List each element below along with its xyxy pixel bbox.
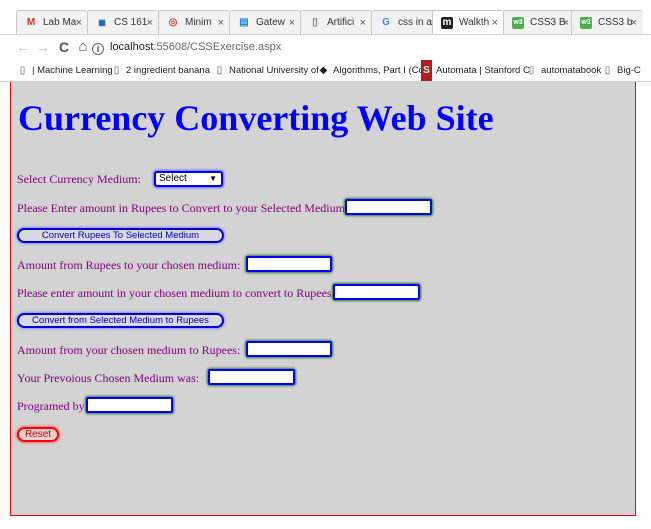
tab-1[interactable]: ▦ CS 161 × (87, 10, 159, 34)
back-arrow-icon[interactable]: ← (14, 38, 32, 56)
page-icon: ▯ (604, 65, 611, 76)
programmed-by-label: Programed by: (17, 399, 88, 413)
close-icon[interactable]: × (492, 11, 498, 33)
page-icon: ▯ (312, 17, 318, 28)
medium-amount-label: Please enter amount in your chosen mediu… (17, 286, 335, 300)
bookmark-label: | Machine Learning (32, 65, 113, 76)
home-icon[interactable]: ⌂ (74, 38, 92, 56)
browser-toolbar: ← → C ⌂ i localhost:55608/CSSExercise.asp… (0, 34, 651, 60)
bookmark-item[interactable]: ▯ National University of (214, 60, 319, 81)
bookmark-label: National University of (229, 65, 319, 76)
page-icon: ▯ (216, 65, 223, 76)
reload-icon[interactable]: C (55, 38, 73, 56)
chevron-down-icon: ▼ (209, 174, 217, 183)
bookmark-item[interactable]: ▯ 2 ingredient banana (111, 60, 210, 81)
forward-arrow-icon[interactable]: → (34, 38, 52, 56)
bookmark-label: Algorithms, Part I (Co (333, 65, 424, 76)
w3-icon: w3 (512, 17, 524, 29)
tab-2[interactable]: ◎ Minim × (158, 10, 230, 34)
bookmark-item[interactable]: ▯ | Machine Learning (17, 60, 113, 81)
circle-icon: ◎ (168, 17, 178, 28)
page-icon: ▯ (19, 65, 26, 76)
close-icon[interactable]: × (631, 11, 637, 34)
m-icon: m (441, 17, 453, 29)
page-title: Currency Converting Web Site (18, 98, 494, 138)
tab-title: Minim (185, 17, 212, 28)
tab-title: Lab Ma (43, 17, 77, 28)
tab-3[interactable]: ▤ Gatew × (229, 10, 301, 34)
bookmark-item[interactable]: S Automata | Stanford C (421, 60, 530, 81)
amount-from-medium-label: Amount from your chosen medium to Rupees… (17, 343, 241, 357)
tab-4[interactable]: ▯ Artifici × (300, 10, 372, 34)
bookmarks-bar: ▯ | Machine Learning ▯ 2 ingredient banana… (0, 60, 651, 82)
gmail-icon: M (26, 17, 36, 28)
previous-medium-output[interactable] (208, 369, 295, 385)
page-content: Currency Converting Web Site Select Curr… (10, 82, 636, 516)
reset-button[interactable]: Reset (17, 427, 59, 442)
bookmark-label: Automata | Stanford C (436, 65, 530, 76)
close-icon[interactable]: × (218, 11, 224, 34)
rupees-amount-label: Please Enter amount in Rupees to Convert… (17, 201, 349, 215)
select-currency-label: Select Currency Medium: (17, 172, 141, 186)
currency-medium-select[interactable]: Select ▼ (154, 171, 223, 187)
close-icon[interactable]: × (563, 11, 569, 34)
tab-8[interactable]: w3 CSS3 b × (571, 10, 643, 34)
amount-from-rupees-label: Amount from Rupees to your chosen medium… (17, 258, 241, 272)
page-icon: ▯ (113, 65, 120, 76)
bookmark-item[interactable]: ▯ automatabook (526, 60, 601, 81)
tab-title: Gatew (256, 17, 285, 28)
w3-icon: w3 (580, 17, 592, 29)
info-icon[interactable]: i (92, 43, 104, 55)
previous-medium-label: Your Prevoious Chosen Medium was: (17, 371, 200, 385)
mm-icon: ▦ (98, 18, 106, 27)
bookmark-label: automatabook (541, 65, 602, 76)
bookmark-label: Big-C (617, 65, 641, 76)
doc-icon: ▤ (239, 17, 249, 28)
amount-from-rupees-output[interactable] (246, 256, 332, 272)
close-icon[interactable]: × (76, 11, 82, 34)
algorithms-icon: ◆ (319, 65, 328, 76)
tab-0[interactable]: M Lab Ma × (16, 10, 88, 34)
tab-strip: M Lab Ma × ▦ CS 161 × ◎ Minim × ▤ Gatew … (0, 0, 651, 34)
page-icon: ▯ (528, 65, 535, 76)
convert-medium-button[interactable]: Convert from Selected Medium to Rupees (17, 313, 224, 328)
close-icon[interactable]: × (147, 11, 153, 34)
tab-6[interactable]: m Walkth × (432, 10, 504, 34)
bookmark-label: 2 ingredient banana (126, 65, 210, 76)
close-icon[interactable]: × (289, 11, 295, 34)
tab-title: Artifici (327, 17, 355, 28)
tab-title: CSS3 b (598, 17, 633, 28)
select-value: Select (159, 173, 187, 184)
tab-title: css in a (398, 17, 432, 28)
rupees-amount-input[interactable] (345, 199, 432, 215)
tab-title: CSS3 B (530, 17, 566, 28)
bookmark-item[interactable]: ▯ Big-C (602, 60, 641, 81)
tab-title: CS 161 (114, 17, 148, 28)
bookmark-item[interactable]: ◆ Algorithms, Part I (Co (318, 60, 424, 81)
url-path: :55608/CSSExercise.aspx (153, 41, 282, 53)
programmed-by-field[interactable] (86, 397, 173, 413)
stanford-icon: S (421, 60, 432, 81)
tab-title: Walkth (459, 17, 490, 28)
close-icon[interactable]: × (360, 11, 366, 34)
medium-amount-input[interactable] (333, 284, 420, 300)
convert-rupees-button[interactable]: Convert Rupees To Selected Medium (17, 228, 224, 243)
url-host: localhost (110, 41, 154, 53)
tab-7[interactable]: w3 CSS3 B × (503, 10, 575, 34)
amount-from-medium-output[interactable] (246, 341, 332, 357)
address-bar[interactable]: i localhost:55608/CSSExercise.aspx (92, 37, 651, 58)
google-icon: G (382, 17, 390, 28)
